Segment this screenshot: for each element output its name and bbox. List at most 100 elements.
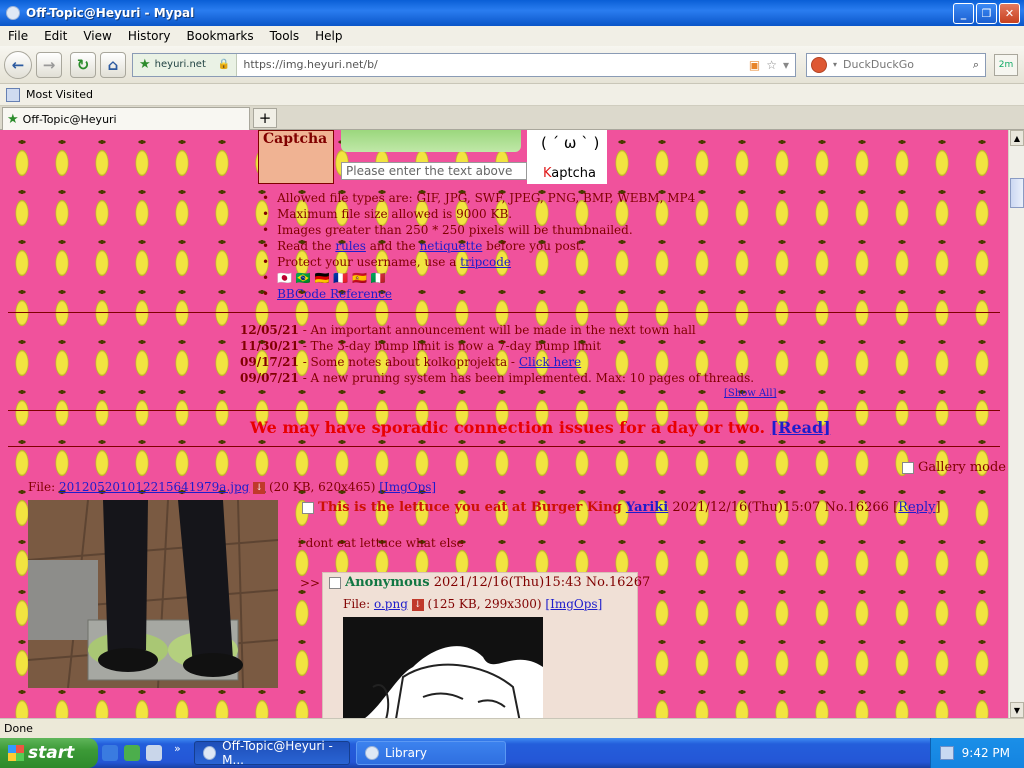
menu-history[interactable]: History bbox=[120, 29, 179, 43]
op-number[interactable]: No.16266 bbox=[824, 500, 888, 515]
news-item: 09/17/21 - Some notes about kolkoprojekt… bbox=[240, 354, 754, 370]
menu-file[interactable]: File bbox=[0, 29, 36, 43]
search-input[interactable]: DuckDuckGo bbox=[843, 58, 973, 71]
tab-bar: ★ Off-Topic@Heyuri + bbox=[0, 106, 1024, 130]
ie-quicklaunch-icon[interactable] bbox=[102, 745, 118, 761]
favicon-star-icon: ★ bbox=[139, 57, 151, 72]
reload-icon: ↻ bbox=[76, 55, 90, 74]
download-icon[interactable]: ↓ bbox=[411, 598, 424, 611]
clock[interactable]: 9:42 PM bbox=[962, 746, 1010, 760]
mypal-quicklaunch-icon[interactable] bbox=[146, 745, 162, 761]
reply-number[interactable]: No.16267 bbox=[586, 575, 650, 590]
mypal-icon bbox=[203, 746, 217, 760]
captcha-label: Captcha bbox=[263, 131, 328, 147]
page-content: Captcha Please enter the text above ( ´ … bbox=[0, 130, 1008, 718]
tab-off-topic[interactable]: ★ Off-Topic@Heyuri bbox=[2, 107, 250, 130]
menu-tools[interactable]: Tools bbox=[262, 29, 308, 43]
reload-button[interactable]: ↻ bbox=[70, 51, 96, 78]
language-flags[interactable]: 🇯🇵 🇧🇷 🇩🇪 🇫🇷 🇪🇸 🇮🇹 bbox=[262, 270, 695, 286]
reply-file-link[interactable]: o.png bbox=[374, 597, 408, 611]
op-delete-checkbox[interactable] bbox=[302, 501, 314, 514]
show-all-link[interactable]: [Show All] bbox=[724, 388, 776, 399]
gallery-mode-label: Gallery mode bbox=[918, 460, 1007, 475]
search-box[interactable]: ▾ DuckDuckGo ⌕ bbox=[806, 52, 986, 77]
taskbar: start » Off-Topic@Heyuri - M... Library … bbox=[0, 738, 1024, 768]
op-file-link[interactable]: 201205201012215641979a.jpg bbox=[59, 480, 249, 494]
op-body: i dont eat lettuce what else bbox=[298, 536, 464, 550]
click-here-link[interactable]: Click here bbox=[519, 355, 581, 369]
banner-read-link[interactable]: [Read] bbox=[771, 418, 831, 437]
news-list: 12/05/21 - An important announcement wil… bbox=[240, 322, 754, 386]
vertical-scrollbar[interactable]: ▲ ▼ bbox=[1008, 130, 1024, 718]
menu-bar: File Edit View History Bookmarks Tools H… bbox=[0, 26, 1024, 46]
most-visited-icon bbox=[6, 87, 20, 102]
task-label: Off-Topic@Heyuri - M... bbox=[222, 739, 333, 767]
navigation-toolbar: ← → ↻ ⌂ ★ heyuri.net 🔒 https://img.heyur… bbox=[0, 46, 1024, 84]
back-button[interactable]: ← bbox=[4, 50, 32, 79]
new-tab-button[interactable]: + bbox=[253, 108, 277, 128]
addon-button[interactable]: 2m bbox=[994, 53, 1018, 76]
url-text[interactable]: https://img.heyuri.net/b/ bbox=[237, 58, 749, 71]
maximize-button[interactable]: ❐ bbox=[976, 2, 997, 24]
close-button[interactable]: ✕ bbox=[999, 2, 1020, 24]
minimize-button[interactable]: _ bbox=[953, 2, 974, 24]
status-text: Done bbox=[4, 722, 33, 735]
rule-read-mid: and the bbox=[365, 239, 420, 253]
home-button[interactable]: ⌂ bbox=[100, 51, 126, 78]
quicklaunch-expand-icon[interactable]: » bbox=[174, 742, 181, 755]
menu-view[interactable]: View bbox=[75, 29, 119, 43]
tripcode-link[interactable]: tripcode bbox=[460, 255, 511, 269]
menu-edit[interactable]: Edit bbox=[36, 29, 75, 43]
scroll-down-icon[interactable]: ▼ bbox=[1010, 702, 1024, 718]
desktop-quicklaunch-icon[interactable] bbox=[124, 745, 140, 761]
address-bar[interactable]: ★ heyuri.net 🔒 https://img.heyuri.net/b/… bbox=[132, 52, 796, 77]
rules-link[interactable]: rules bbox=[335, 239, 366, 253]
netiquette-link[interactable]: netiquette bbox=[420, 239, 483, 253]
search-icon[interactable]: ⌕ bbox=[973, 58, 979, 72]
search-engine-dropdown-icon[interactable]: ▾ bbox=[833, 60, 837, 69]
reply-delete-checkbox[interactable] bbox=[329, 576, 341, 589]
news-date: 09/07/21 bbox=[240, 371, 299, 385]
back-arrow-icon: ← bbox=[11, 55, 25, 74]
forward-button[interactable]: → bbox=[36, 51, 62, 78]
imgops-link[interactable]: [ImgOps] bbox=[379, 480, 436, 494]
news-item: 11/30/21 - The 3-day bump limit is now a… bbox=[240, 338, 754, 354]
site-identity[interactable]: ★ heyuri.net 🔒 bbox=[133, 53, 238, 76]
forward-arrow-icon: → bbox=[42, 55, 56, 74]
network-icon[interactable] bbox=[939, 746, 954, 760]
rule-tripcode-pre: Protect your username, use a bbox=[277, 255, 461, 269]
start-button[interactable]: start bbox=[0, 738, 98, 768]
download-icon[interactable]: ↓ bbox=[253, 481, 266, 494]
menu-bookmarks[interactable]: Bookmarks bbox=[179, 29, 262, 43]
reply-image-thumbnail[interactable] bbox=[343, 617, 543, 718]
duckduckgo-icon[interactable] bbox=[811, 56, 827, 73]
announcement-banner: We may have sporadic connection issues f… bbox=[250, 418, 831, 437]
scroll-thumb[interactable] bbox=[1010, 178, 1024, 208]
dropdown-icon[interactable]: ▾ bbox=[783, 58, 789, 72]
op-datetime: 2021/12/16(Thu)15:07 bbox=[672, 500, 821, 515]
bookmark-most-visited[interactable]: Most Visited bbox=[26, 88, 93, 101]
gallery-mode-checkbox[interactable] bbox=[902, 461, 914, 474]
rss-icon[interactable]: ▣ bbox=[749, 58, 760, 72]
divider bbox=[8, 446, 1000, 447]
taskbar-item-library[interactable]: Library bbox=[356, 741, 506, 765]
captcha-input[interactable]: Please enter the text above bbox=[341, 162, 527, 180]
window-title: Off-Topic@Heyuri - Mypal bbox=[26, 6, 195, 20]
bookmark-star-icon[interactable]: ☆ bbox=[766, 58, 777, 72]
bbcode-reference-link[interactable]: BBCode Reference bbox=[277, 287, 392, 301]
op-reply-link[interactable]: Reply bbox=[898, 500, 935, 515]
captcha-image bbox=[341, 130, 521, 152]
op-post-header: This is the lettuce you eat at Burger Ki… bbox=[302, 499, 941, 517]
op-image-thumbnail[interactable] bbox=[28, 500, 278, 688]
menu-help[interactable]: Help bbox=[307, 29, 350, 43]
news-item: 12/05/21 - An important announcement wil… bbox=[240, 322, 754, 338]
reply-file-label: File: bbox=[343, 597, 374, 611]
tab-title: Off-Topic@Heyuri bbox=[22, 112, 117, 126]
task-label: Library bbox=[385, 746, 427, 760]
op-name-link[interactable]: Yariki bbox=[626, 500, 668, 515]
reply-imgops-link[interactable]: [ImgOps] bbox=[545, 597, 602, 611]
kaptcha-logo-text: aptcha bbox=[551, 166, 596, 181]
scroll-up-icon[interactable]: ▲ bbox=[1010, 130, 1024, 146]
gallery-mode-toggle[interactable]: Gallery mode bbox=[902, 460, 1006, 475]
taskbar-item-mypal[interactable]: Off-Topic@Heyuri - M... bbox=[194, 739, 350, 767]
